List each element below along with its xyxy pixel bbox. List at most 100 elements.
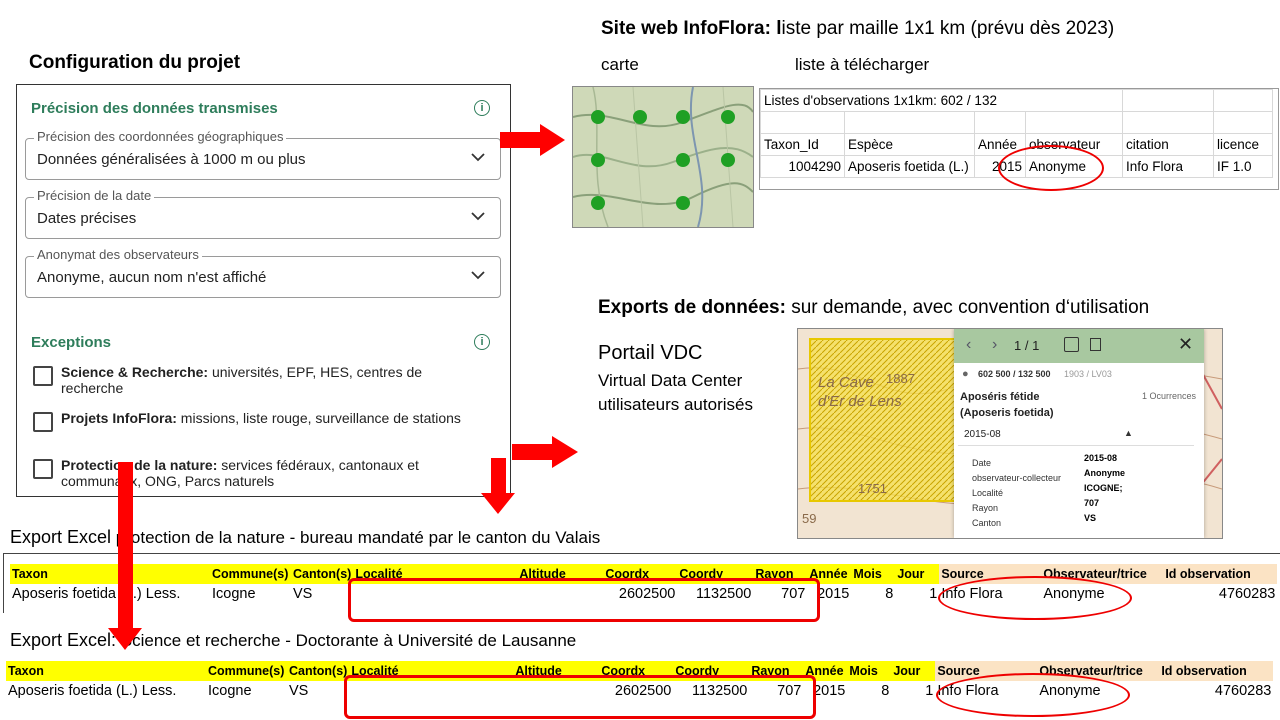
checkbox[interactable] [33,366,53,386]
exceptions-section-title: Exceptions [31,334,112,351]
chevron-left-icon[interactable]: ‹ [966,336,971,354]
info-icon[interactable]: i [474,100,490,116]
table-cell: Aposeris foetida (L.) Less. [8,683,177,699]
table-cell: 8 [885,586,894,602]
table-cell: 4760283 [1218,586,1276,602]
map-place-label: d'Er de Lens [818,393,902,410]
popup-details: Date 2015-08 observateur-collecteur Anonym… [972,453,1192,528]
detail-value: 707 [1084,498,1100,508]
column-header: Taxon [6,661,206,681]
exception-projects-name: Projets InfoFlora: [61,410,177,426]
observer-anonymity-value: Anonyme, aucun nom n'est affiché [37,269,267,286]
detail-value: VS [1084,513,1097,523]
chevron-right-icon[interactable]: › [992,336,997,354]
copy-icon[interactable] [1090,338,1101,351]
date-precision-value: Dates précises [37,210,137,227]
popup-occurrences: 1 Ocurrences [1142,391,1197,401]
column-header: Taxon [10,564,210,584]
portal-users: utilisateurs autorisés [598,395,753,414]
portal-subtitle: Virtual Data Center [598,371,743,390]
date-group-label: 2015-08 [964,429,1001,440]
info-icon[interactable]: i [474,334,490,350]
export2-caption-rest: Science et recherche - Doctorante à Univ… [116,631,577,650]
highlight-ellipse [938,576,1132,620]
map-place-label: La Cave [818,374,874,391]
website-heading-rest: iste par maille 1x1 km (prévu dès 2023) [781,18,1115,39]
observer-anonymity-label: Anonymat des observateurs [34,247,202,262]
highlight-ellipse [998,145,1104,191]
exports-heading: Exports de données: sur demande, avec co… [598,297,1149,319]
chevron-down-icon [471,153,485,162]
export1-caption: Export Excel protection de la nature - b… [10,527,600,548]
map-altitude-label: 1751 [858,481,887,496]
checkbox[interactable] [33,459,53,479]
map-altitude-label: 1887 [886,371,915,386]
sheet-header: licence [1213,133,1273,156]
sheet-header: Taxon_Id [760,133,845,156]
column-header: Canton(s) [291,564,354,584]
column-header: Commune(s) [206,661,287,681]
popup-header: ‹ › 1 / 1 ✕ [954,329,1204,363]
column-header: Mois [847,661,892,681]
export2-caption-lead: Export Excel: [10,630,117,650]
chevron-up-icon: ▲ [1124,428,1133,438]
column-header: Mois [851,564,896,584]
highlight-box [348,578,820,622]
location-pin-icon: ● [962,368,969,380]
table-cell: 1 [925,683,934,699]
coord-precision-value: Données généralisées à 1000 m ou plus [37,151,306,168]
checkbox[interactable] [33,412,53,432]
column-header: Jour [895,564,940,584]
column-header: Jour [891,661,936,681]
sheet-cell: Info Flora [1122,155,1214,178]
column-header: Canton(s) [287,661,350,681]
detail-key: Canton [972,518,1002,528]
date-precision-label: Précision de la date [34,188,155,203]
arrow-right-icon [512,436,578,468]
highlight-box [344,675,816,719]
date-precision-select[interactable]: Précision de la date Dates précises [25,188,501,239]
popup-date-group[interactable]: 2015-08 ▲ [958,425,1194,446]
focus-icon[interactable] [1064,337,1079,352]
portal-name: Portail VDC [598,342,703,364]
list-caption: liste à télécharger [795,55,930,74]
exception-nature-name: Protection de la nature: [61,457,218,473]
exports-heading-rest: sur demande, avec convention d‘utilisati… [785,297,1150,318]
sheet-cell: Aposeris foetida (L.) [844,155,975,178]
popup-coords: 602 500 / 132 500 [978,369,1051,379]
popup-species: Aposéris fétide [960,391,1040,403]
export1-caption-lead: Export Excel [10,527,112,547]
table-cell: 4760283 [1214,683,1272,699]
column-header: Id observation [1163,564,1278,584]
table-cell: VS [293,586,313,602]
close-icon[interactable]: ✕ [1178,334,1193,355]
column-header: Commune(s) [210,564,291,584]
sheet-cell: IF 1.0 [1213,155,1273,178]
table-cell: 8 [881,683,890,699]
vdc-portal-screenshot: La Cave d'Er de Lens 1887 1751 59 ‹ › 1 … [797,328,1223,539]
chevron-down-icon [471,212,485,221]
highlight-ellipse [936,673,1130,717]
popup-coords-extra: 1903 / LV03 [1064,369,1112,379]
column-header: Id observation [1159,661,1274,681]
detail-key: Localité [972,488,1004,498]
website-heading: Site web InfoFlora: liste par maille 1x1… [601,18,1114,40]
table-cell: Icogne [208,683,252,699]
detail-value: ICOGNE; [1084,483,1123,493]
coord-precision-select[interactable]: Précision des coordonnées géographiques … [25,129,501,180]
website-heading-bold: Site web InfoFlora: l [601,18,782,39]
detail-value: Anonyme [1084,468,1126,478]
export2-caption: Export Excel: Science et recherche - Doc… [10,630,576,651]
table-cell: Icogne [212,586,256,602]
exports-heading-bold: Exports de données: [598,297,786,318]
sheet-cell: 1004290 [760,155,845,178]
detail-key: Date [972,458,992,468]
sheet-header: Espèce [844,133,975,156]
grid-map-thumbnail[interactable] [572,86,754,228]
coord-precision-label: Précision des coordonnées géographiques [34,129,287,144]
config-panel: Précision des données transmises i Préci… [16,84,511,497]
table-cell: Aposeris foetida (L.) Less. [12,586,181,602]
detail-key: Rayon [972,503,999,513]
config-heading: Configuration du projet [29,52,241,73]
observer-anonymity-select[interactable]: Anonymat des observateurs Anonyme, aucun… [25,247,501,298]
